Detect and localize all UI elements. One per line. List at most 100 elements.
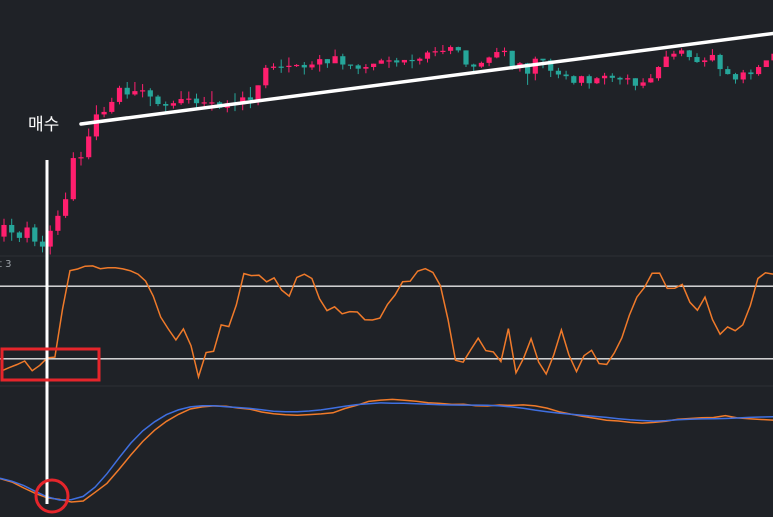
candle-body [740, 72, 746, 80]
candle-body [725, 69, 731, 75]
candle-body [609, 75, 615, 78]
candle-body [178, 99, 184, 104]
candle-body [409, 59, 415, 62]
candle-body [655, 67, 662, 79]
candle-body [378, 60, 384, 64]
candle-body [625, 78, 631, 80]
candle-body [355, 65, 361, 69]
candle [116, 85, 123, 105]
candle-body [9, 224, 15, 233]
chart-canvas: 매수 t 3 [0, 0, 773, 517]
candle-body [617, 77, 623, 80]
candle-body [563, 74, 569, 77]
candle-body [471, 64, 477, 67]
candle-body [86, 136, 92, 158]
candle-body [101, 111, 107, 115]
candle-body [278, 66, 284, 68]
candle-body [440, 50, 446, 53]
candle-body [340, 56, 346, 65]
candle-body [394, 60, 400, 63]
candle-body [270, 66, 277, 68]
candle-body [663, 56, 669, 68]
candle-body [332, 56, 338, 64]
candle-body [632, 78, 638, 86]
candle-body [193, 98, 200, 104]
candle-body [386, 60, 392, 62]
candle [263, 64, 269, 89]
candle-body [555, 70, 561, 75]
candle-body [347, 64, 354, 66]
candle-body [309, 64, 315, 68]
candle-body [494, 52, 500, 58]
candle-body [140, 90, 146, 92]
candle-body [93, 114, 99, 137]
candle-body [432, 51, 438, 53]
candle-body [702, 60, 708, 63]
candle-body [32, 227, 38, 242]
candle-body [78, 157, 84, 159]
candle-body [602, 75, 608, 79]
candle-body [448, 47, 454, 51]
indicator-label: t 3 [0, 259, 11, 270]
candle-body [301, 64, 307, 68]
candle-body [509, 50, 515, 67]
candle-body [594, 78, 600, 84]
candle-body [463, 50, 469, 65]
candle-body [63, 199, 69, 216]
candle-body [247, 97, 253, 100]
candle-body [417, 58, 423, 61]
candle-body [201, 102, 207, 104]
candle-body [255, 85, 261, 100]
candle-body [763, 60, 769, 68]
candle-body [401, 59, 407, 63]
candle [763, 60, 769, 68]
candle [463, 50, 469, 68]
candle-body [163, 104, 169, 106]
candle-body [286, 65, 292, 68]
candle-body [640, 82, 646, 86]
candle-body [109, 101, 115, 112]
candle-body [486, 57, 492, 63]
trading-chart: 매수 t 3 [0, 0, 773, 517]
buy-label: 매수 [28, 115, 59, 135]
candle-body [39, 241, 46, 247]
candle [70, 152, 76, 201]
candle-body [455, 47, 461, 51]
candle-body [709, 54, 715, 61]
candle-body [294, 64, 300, 67]
candle-body [209, 102, 215, 104]
candle-body [147, 90, 153, 97]
candle-body [317, 59, 323, 65]
candle-body [540, 58, 546, 61]
candle-body [132, 91, 138, 95]
candle-body [70, 158, 76, 200]
candle-body [155, 96, 161, 105]
candle-body [55, 215, 61, 231]
candle-body [586, 76, 592, 84]
candle-body [263, 67, 269, 86]
candle-body [424, 52, 431, 59]
candle-body [717, 54, 723, 70]
candle-body [1, 224, 7, 237]
candle-body [686, 50, 692, 58]
candle-body [124, 87, 130, 95]
candle-body [648, 78, 654, 83]
candle-body [371, 63, 377, 68]
candle-body [24, 227, 30, 238]
candle-body [694, 57, 700, 63]
candle-body [170, 103, 176, 106]
candle-body [324, 59, 330, 64]
candle-body [363, 67, 369, 69]
candle-body [756, 67, 762, 75]
candle-body [116, 87, 123, 102]
candle-body [732, 74, 739, 80]
candle-body [501, 50, 508, 53]
candle-body [186, 98, 192, 100]
candle-body [679, 50, 685, 54]
candle-body [748, 72, 754, 75]
candle-body [671, 53, 677, 57]
candle-body [571, 76, 577, 83]
candle-body [478, 62, 484, 67]
candle-body [16, 232, 22, 238]
candle-body [578, 76, 585, 83]
